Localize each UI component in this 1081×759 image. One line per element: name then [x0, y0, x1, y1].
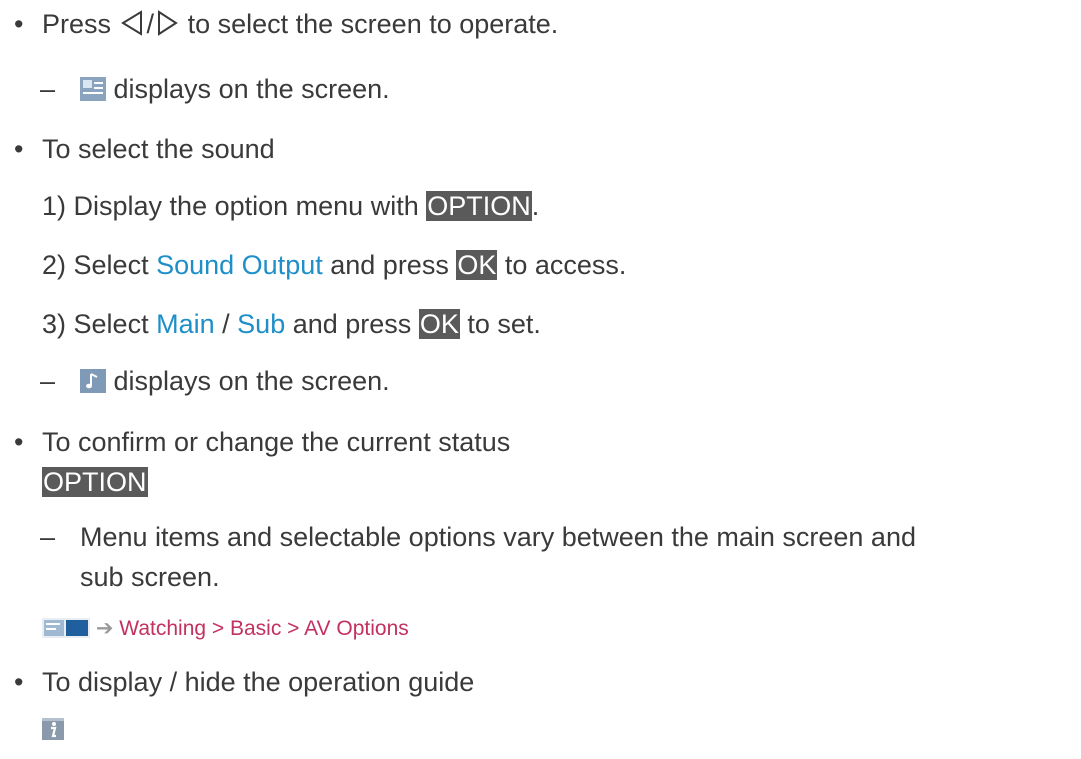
- bullet: •: [14, 667, 24, 697]
- info-icon: [42, 718, 64, 740]
- bullet: •: [14, 134, 24, 164]
- press-label: Press: [42, 9, 112, 39]
- option-key-label: OPTION: [426, 191, 532, 221]
- main-link[interactable]: Main: [156, 309, 215, 339]
- sub-link[interactable]: Sub: [237, 309, 285, 339]
- note-line-1: Menu items and selectable options vary b…: [80, 522, 916, 552]
- cross-reference: ➔ Watching > Basic > AV Options: [42, 612, 409, 646]
- step-text: Display the option menu with: [73, 191, 419, 221]
- step-text: Select: [73, 309, 149, 339]
- slash-separator: /: [146, 9, 155, 39]
- ok-key-label: OK: [418, 309, 460, 339]
- manual-book-icon: [42, 618, 90, 638]
- info-icon-line: [42, 714, 64, 748]
- arrow-right-icon: ➔: [95, 617, 114, 640]
- triangle-left-icon: [120, 10, 142, 36]
- step-text: and press: [330, 250, 449, 280]
- note-line-2: sub screen.: [80, 562, 220, 592]
- bullet: •: [14, 427, 24, 457]
- dash: –: [40, 366, 56, 396]
- manual-page: • Press / to select the screen to operat…: [0, 0, 1081, 759]
- step-number: 2): [42, 250, 67, 280]
- period: .: [531, 191, 540, 221]
- sub-note-text: displays on the screen.: [113, 74, 390, 104]
- step-number: 1): [42, 191, 67, 221]
- step-text: Select: [73, 250, 149, 280]
- sound-output-link[interactable]: Sound Output: [156, 250, 323, 280]
- dash: –: [40, 522, 56, 552]
- step-text: to access.: [504, 250, 627, 280]
- breadcrumb-link[interactable]: Watching > Basic > AV Options: [119, 617, 408, 640]
- section-heading: To select the sound: [42, 134, 275, 164]
- triangle-right-icon: [158, 10, 178, 36]
- instruction-text: to select the screen to operate.: [187, 9, 559, 39]
- dash: –: [40, 74, 56, 104]
- option-key-line: OPTION: [42, 465, 148, 499]
- step-number: 3): [42, 309, 67, 339]
- screen-select-icon: [80, 77, 106, 101]
- section-heading: To display / hide the operation guide: [42, 667, 475, 697]
- step-text: to set.: [467, 309, 541, 339]
- music-note-icon: [80, 369, 106, 393]
- sub-note-text: displays on the screen.: [113, 366, 390, 396]
- step-text: and press: [292, 309, 412, 339]
- slash-separator: /: [222, 309, 230, 339]
- bullet: •: [14, 9, 24, 39]
- option-key-label: OPTION: [42, 467, 148, 497]
- ok-key-label: OK: [456, 250, 498, 280]
- section-heading: To confirm or change the current status: [42, 427, 511, 457]
